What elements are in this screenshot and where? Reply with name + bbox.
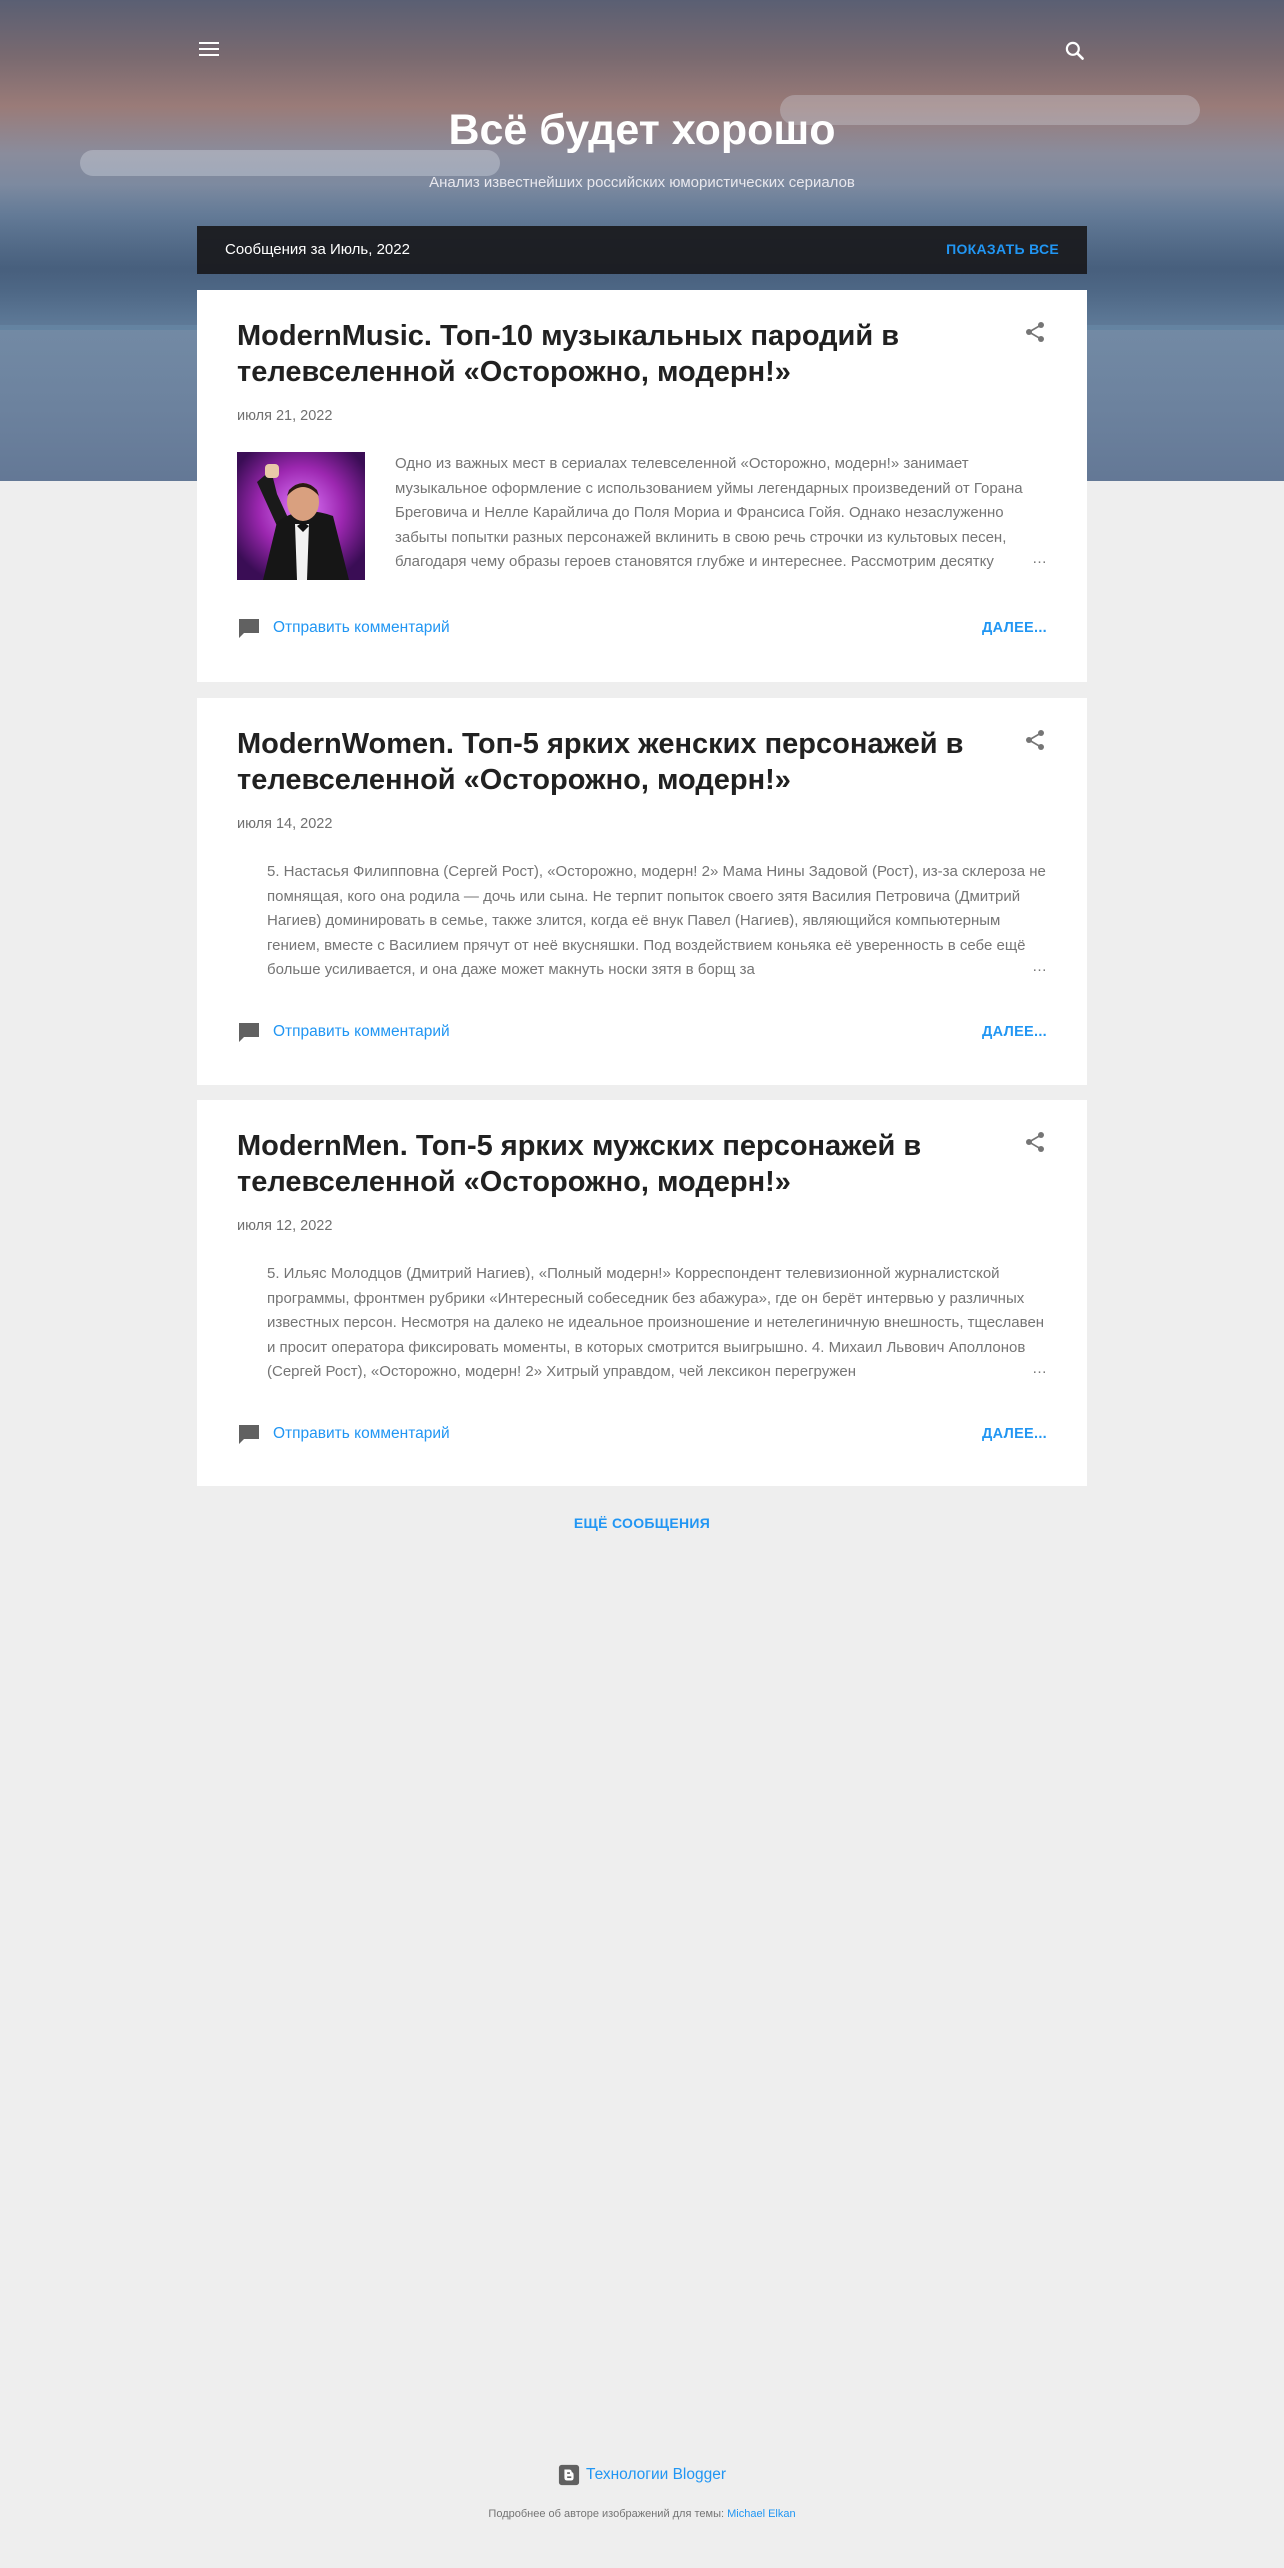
search-icon[interactable] (1062, 38, 1088, 64)
comment-icon (239, 1023, 259, 1042)
comment-label[interactable]: Отправить комментарий (273, 1023, 450, 1041)
post-title[interactable]: ModernMusic. Топ-10 музыкальных пародий … (237, 318, 997, 390)
credit-author-link[interactable]: Michael Elkan (727, 2508, 795, 2520)
post-snippet: 5. Настасья Филипповна (Сергей Рост), «О… (267, 863, 1046, 978)
image-credit: Подробнее об авторе изображений для темы… (0, 2508, 1284, 2520)
snippet-ellipsis: … (1026, 1360, 1047, 1377)
post-snippet: 5. Ильяс Молодцов (Дмитрий Нагиев), «Пол… (267, 1265, 1045, 1380)
read-more-link[interactable]: ДАЛЕЕ... (982, 1024, 1047, 1040)
comment-link[interactable]: Отправить комментарий (237, 1422, 450, 1446)
comment-label[interactable]: Отправить комментарий (273, 619, 450, 637)
show-all-link[interactable]: ПОКАЗАТЬ ВСЕ (946, 241, 1059, 257)
share-icon[interactable] (1023, 320, 1047, 344)
read-more-link[interactable]: ДАЛЕЕ... (982, 620, 1047, 636)
post-card: ModernMusic. Топ-10 музыкальных пародий … (197, 290, 1087, 682)
snippet-ellipsis: … (1026, 958, 1047, 975)
comment-link[interactable]: Отправить комментарий (237, 1020, 450, 1044)
share-icon[interactable] (1023, 1130, 1047, 1154)
comment-label[interactable]: Отправить комментарий (273, 1425, 450, 1443)
share-icon[interactable] (1023, 728, 1047, 752)
credit-text: Подробнее об авторе изображений для темы… (488, 2508, 725, 2520)
post-thumbnail[interactable] (237, 452, 365, 580)
comment-icon (239, 619, 259, 638)
site-subtitle: Анализ известнейших российских юмористич… (429, 174, 855, 191)
blogger-label[interactable]: Технологии Blogger (586, 2466, 726, 2484)
archive-label: Сообщения за Июль, 2022 (225, 241, 410, 258)
post-date[interactable]: июля 14, 2022 (237, 816, 332, 832)
post-date[interactable]: июля 12, 2022 (237, 1218, 332, 1234)
blogger-icon (558, 2464, 580, 2486)
post-card: ModernWomen. Топ-5 ярких женских персона… (197, 698, 1087, 1085)
more-posts-link[interactable]: ЕЩЁ СООБЩЕНИЯ (0, 1515, 1284, 1531)
hamburger-menu-icon[interactable] (197, 38, 221, 62)
blogger-attribution[interactable]: Технологии Blogger (0, 2464, 1284, 2486)
post-title[interactable]: ModernMen. Топ-5 ярких мужских персонаже… (237, 1128, 997, 1200)
archive-bar: Сообщения за Июль, 2022 ПОКАЗАТЬ ВСЕ (197, 226, 1087, 274)
snippet-ellipsis: … (1026, 550, 1047, 567)
read-more-link[interactable]: ДАЛЕЕ... (982, 1426, 1047, 1442)
post-snippet: Одно из важных мест в сериалах телевселе… (395, 455, 1023, 570)
post-card: ModernMen. Топ-5 ярких мужских персонаже… (197, 1100, 1087, 1486)
post-title[interactable]: ModernWomen. Топ-5 ярких женских персона… (237, 726, 997, 798)
post-date[interactable]: июля 21, 2022 (237, 408, 332, 424)
comment-icon (239, 1425, 259, 1444)
site-title[interactable]: Всё будет хорошо (0, 106, 1284, 155)
comment-link[interactable]: Отправить комментарий (237, 616, 450, 640)
